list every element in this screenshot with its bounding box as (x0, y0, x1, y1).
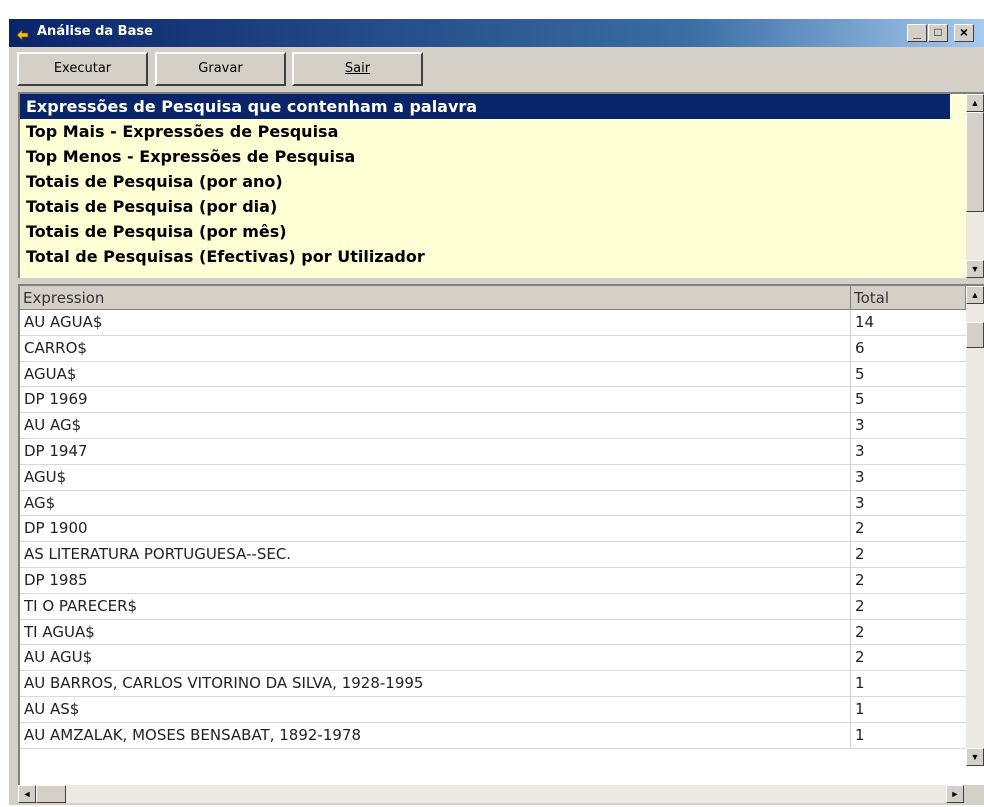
expression-cell: CARRO$ (20, 335, 851, 361)
column-header-expression[interactable]: Expression (20, 286, 851, 310)
expression-cell: AGU$ (20, 464, 851, 490)
table-row[interactable]: AU BARROS, CARLOS VITORINO DA SILVA, 192… (20, 671, 966, 697)
total-cell: 2 (855, 519, 865, 538)
total-cell: 2 (855, 648, 865, 667)
table-row[interactable]: DP 1947 3 (20, 438, 966, 465)
total-cell: 5 (855, 390, 865, 409)
scroll-thumb[interactable] (966, 322, 984, 348)
table-hscrollbar[interactable]: ◄ ► (18, 785, 984, 803)
total-cell: 14 (855, 313, 875, 331)
save-button[interactable]: Gravar (155, 52, 286, 86)
scroll-left-icon[interactable]: ◄ (18, 785, 36, 803)
scroll-thumb[interactable] (966, 112, 984, 212)
expression-cell: AU AG$ (20, 413, 851, 439)
table-body: AU AGUA$ 14 CARRO$ 6 AGUA$ 5 DP 1969 5 AU AG$ 3 DP… (20, 310, 966, 749)
exit-button-label: Sair (344, 61, 371, 76)
expression-cell: AGUA$ (20, 361, 851, 387)
expression-cell: AU AGU$ (20, 645, 851, 671)
scroll-down-icon[interactable]: ▼ (966, 260, 984, 278)
total-cell: 1 (855, 674, 865, 693)
query-item[interactable]: Totais de Pesquisa (por mês) (20, 219, 984, 244)
table-row[interactable]: TI O PARECER$ 2 (20, 593, 966, 620)
total-cell: 3 (855, 441, 865, 460)
query-item[interactable]: Top Menos - Expressões de Pesquisa (20, 144, 984, 169)
table-row[interactable]: AU AGU$ 2 (20, 645, 966, 672)
total-cell: 5 (855, 364, 865, 383)
expression-cell: DP 1900 (20, 516, 851, 542)
expression-cell: TI O PARECER$ (20, 593, 851, 619)
expression-cell: AG$ (20, 490, 851, 516)
query-item[interactable]: Expressões de Pesquisa que contenham a p… (20, 94, 950, 119)
close-button[interactable]: × (954, 24, 974, 42)
expression-cell: DP 1969 (20, 387, 851, 413)
expression-cell: DP 1947 (20, 438, 851, 464)
table-row[interactable]: AGU$ 3 (20, 464, 966, 491)
total-cell: 2 (855, 622, 865, 641)
expression-cell: AU AS$ (20, 696, 851, 722)
query-list[interactable]: Expressões de Pesquisa que contenham a p… (18, 92, 984, 278)
minimize-button[interactable]: _ (907, 24, 927, 42)
expression-cell: AU AMZALAK, MOSES BENSABAT, 1892-1978 (20, 722, 851, 748)
table-row[interactable]: DP 1969 5 (20, 387, 966, 414)
table-row[interactable]: DP 1985 2 (20, 567, 966, 594)
table-row[interactable]: AU AGUA$ 14 (20, 310, 966, 336)
total-cell: 1 (855, 699, 865, 718)
total-cell: 2 (855, 570, 865, 589)
scroll-right-icon[interactable]: ► (946, 785, 964, 803)
scroll-up-icon[interactable]: ▲ (966, 286, 984, 304)
expression-cell: DP 1985 (20, 567, 851, 593)
table-row[interactable]: TI AGUA$ 2 (20, 619, 966, 646)
query-item[interactable]: Top Mais - Expressões de Pesquisa (20, 119, 984, 144)
total-cell: 2 (855, 596, 865, 615)
app-arrow-icon (16, 29, 29, 41)
total-cell: 3 (855, 467, 865, 486)
table-row[interactable]: AGUA$ 5 (20, 361, 966, 388)
table-row[interactable]: AS LITERATURA PORTUGUESA--SEC. 2 (20, 542, 966, 568)
scroll-up-icon[interactable]: ▲ (966, 94, 984, 112)
query-item[interactable]: Total de Pesquisas (Efectivas) por Utili… (20, 244, 984, 269)
toolbar: Executar Gravar Sair (9, 47, 984, 91)
table-header: Expression Total (20, 286, 966, 310)
analysis-window: Análise da Base _ □ × Executar Gravar Sa… (9, 19, 984, 805)
results-table: Expression Total AU AGUA$ 14 CARRO$ 6 AGUA$ 5… (18, 284, 984, 785)
execute-button[interactable]: Executar (17, 52, 148, 86)
query-list-scrollbar[interactable]: ▲ ▼ (966, 94, 984, 278)
column-header-total[interactable]: Total (851, 286, 966, 310)
query-item[interactable]: Totais de Pesquisa (por dia) (20, 194, 984, 219)
title-bar[interactable]: Análise da Base _ □ × (9, 19, 984, 47)
scroll-thumb[interactable] (36, 785, 66, 803)
expression-cell: AU BARROS, CARLOS VITORINO DA SILVA, 192… (20, 671, 851, 697)
query-item[interactable]: Totais de Pesquisa (por ano) (20, 169, 984, 194)
table-row[interactable]: AU AG$ 3 (20, 413, 966, 439)
table-row[interactable]: AG$ 3 (20, 490, 966, 517)
total-cell: 1 (855, 725, 865, 744)
total-cell: 6 (855, 338, 865, 357)
total-cell: 2 (855, 545, 865, 564)
scroll-down-icon[interactable]: ▼ (966, 748, 984, 766)
table-row[interactable]: CARRO$ 6 (20, 335, 966, 362)
maximize-button[interactable]: □ (928, 24, 948, 42)
exit-button[interactable]: Sair (292, 52, 423, 86)
table-vscrollbar[interactable]: ▲ ▼ (966, 286, 984, 766)
table-row[interactable]: AU AMZALAK, MOSES BENSABAT, 1892-1978 1 (20, 722, 966, 749)
expression-cell: TI AGUA$ (20, 619, 851, 645)
expression-cell: AS LITERATURA PORTUGUESA--SEC. (20, 542, 851, 568)
total-cell: 3 (855, 493, 865, 512)
resize-grip[interactable] (964, 785, 984, 803)
expression-cell: AU AGUA$ (20, 310, 851, 335)
total-cell: 3 (855, 416, 865, 435)
window-title: Análise da Base (37, 24, 153, 39)
table-row[interactable]: DP 1900 2 (20, 516, 966, 543)
table-row[interactable]: AU AS$ 1 (20, 696, 966, 723)
